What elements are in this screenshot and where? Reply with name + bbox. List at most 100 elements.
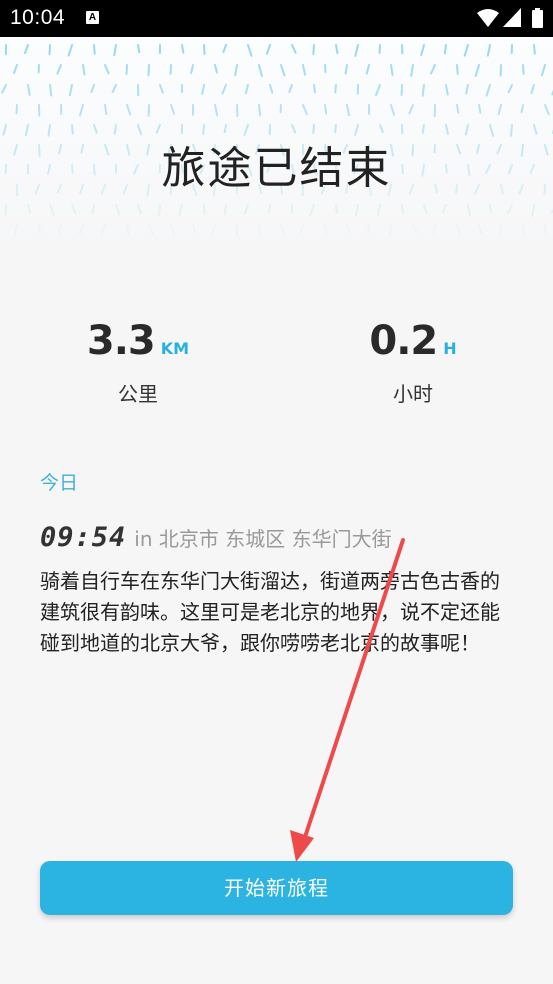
pattern-dash — [497, 104, 502, 116]
pattern-dash — [302, 64, 306, 76]
pattern-dash — [234, 64, 238, 77]
pattern-dash — [408, 104, 414, 115]
pattern-dash — [38, 224, 41, 234]
pattern-dash — [420, 44, 425, 57]
pattern-dash — [214, 104, 219, 117]
pattern-dash — [531, 204, 535, 217]
pattern-dash — [291, 44, 297, 54]
pattern-dash — [223, 204, 227, 216]
pattern-dash — [313, 84, 316, 94]
notification-icon: A — [86, 11, 99, 24]
pattern-dash — [324, 104, 328, 115]
pattern-dash — [269, 84, 274, 94]
pattern-dash — [203, 204, 206, 216]
duration-value: 0.2 — [369, 318, 438, 364]
pattern-dash — [507, 204, 513, 214]
pattern-dash — [302, 104, 308, 116]
pattern-dash — [442, 204, 447, 214]
pattern-dash — [181, 44, 185, 54]
pattern-dash — [533, 44, 536, 55]
journal-entry-text: 骑着自行车在东华门大街溜达，街道两旁古色古香的建筑很有韵味。这里可是老北京的地界… — [40, 569, 500, 655]
pattern-dash — [456, 64, 459, 75]
pattern-dash — [148, 224, 154, 235]
pattern-dash — [489, 204, 493, 214]
pattern-dash — [137, 44, 141, 54]
journal-entry-header: 09:54 in 北京市 东城区 东华门大街 — [40, 522, 392, 553]
pattern-dash — [520, 104, 524, 114]
pattern-dash — [430, 64, 436, 75]
pattern-dash — [334, 84, 337, 94]
page-title: 旅途已结束 — [161, 143, 392, 194]
pattern-dash — [530, 84, 535, 95]
pattern-dash — [280, 64, 286, 77]
pattern-dash — [507, 84, 513, 94]
pattern-dash — [13, 64, 18, 74]
entry-time: 09:54 — [40, 522, 127, 553]
pattern-dash — [13, 224, 18, 236]
pattern-dash — [346, 224, 351, 235]
pattern-dash — [280, 224, 286, 237]
start-new-journey-button[interactable]: 开始新旅程 — [40, 861, 513, 915]
pattern-dash — [312, 44, 315, 56]
pattern-dash — [465, 84, 469, 95]
pattern-dash — [211, 224, 216, 235]
pattern-dash — [463, 44, 469, 57]
pattern-dash — [137, 204, 142, 215]
pattern-dash — [67, 44, 73, 57]
pattern-dash — [335, 204, 338, 214]
pattern-dash — [265, 44, 271, 55]
pattern-dash — [27, 204, 32, 214]
pattern-dash — [474, 64, 480, 77]
pattern-dash — [158, 204, 161, 217]
pattern-dash — [115, 204, 121, 216]
pattern-dash — [299, 224, 304, 234]
pattern-dash — [346, 104, 351, 117]
pattern-dash — [192, 224, 196, 234]
pattern-dash — [258, 64, 263, 77]
pattern-dash — [91, 204, 95, 215]
pattern-dash — [58, 224, 62, 235]
battery-icon — [532, 8, 543, 28]
pattern-dash — [221, 84, 227, 95]
pattern-dash — [90, 84, 95, 94]
pattern-dash — [498, 224, 502, 236]
pattern-dash — [258, 224, 261, 237]
pattern-dash — [354, 204, 359, 217]
pattern-dash — [100, 224, 106, 236]
pattern-dash — [93, 44, 96, 55]
pattern-dash — [111, 84, 117, 94]
pattern-dash — [486, 44, 491, 57]
pattern-dash — [456, 104, 460, 114]
pattern-dash — [401, 204, 405, 215]
distance-label: 公里 — [118, 382, 158, 406]
pattern-dash — [335, 44, 339, 55]
pattern-dash — [78, 224, 84, 235]
pattern-dash — [467, 204, 471, 217]
duration-unit: H — [443, 339, 457, 358]
pattern-dash — [27, 84, 31, 96]
pattern-dash — [190, 64, 194, 74]
distance-unit: KM — [160, 339, 190, 358]
pattern-dash — [354, 44, 359, 57]
pattern-dash — [68, 84, 73, 97]
pattern-dash — [541, 64, 546, 77]
pattern-dash — [375, 84, 381, 97]
pattern-dash — [268, 204, 271, 214]
pattern-dash — [258, 104, 262, 117]
day-label: 今日 — [40, 472, 79, 494]
pattern-dash — [376, 204, 381, 216]
pattern-dash — [56, 64, 62, 75]
pattern-dash — [367, 224, 370, 234]
wifi-icon — [477, 9, 499, 27]
pattern-dash — [309, 204, 315, 217]
pattern-dash — [170, 104, 176, 115]
pattern-dash — [1, 84, 7, 94]
pattern-dash — [478, 224, 483, 234]
pattern-dash — [104, 104, 108, 115]
pattern-dash — [522, 64, 525, 75]
status-bar: 10:04 A — [0, 0, 553, 37]
pattern-dash — [390, 104, 396, 116]
pattern-dash — [244, 84, 249, 95]
pattern-dash — [485, 84, 491, 97]
pattern-dash — [544, 104, 550, 116]
